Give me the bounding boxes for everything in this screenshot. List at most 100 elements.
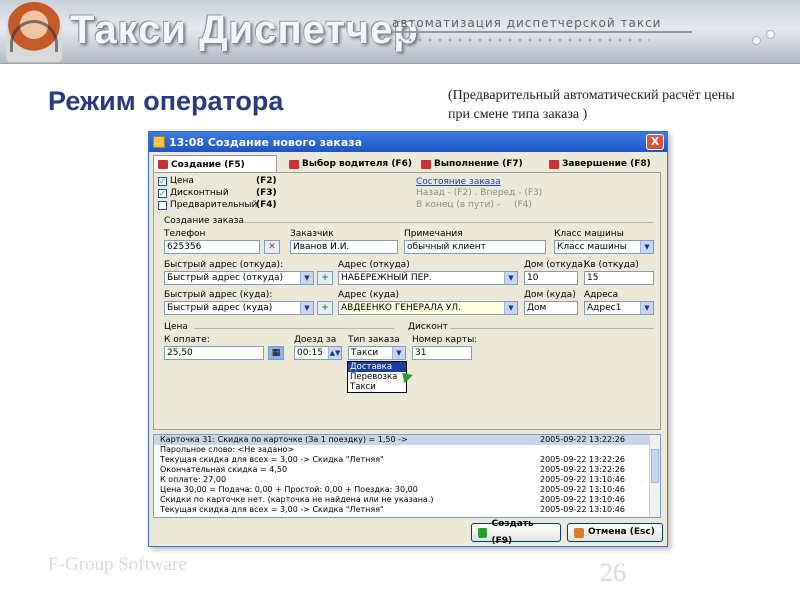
house-to-field[interactable]: Дом [524,301,578,315]
log-row[interactable]: Скидки по карточке нет. (карточка не най… [154,495,660,505]
calculator-icon[interactable]: ▦ [268,346,284,360]
log-message: Окончательная скидка = 4,50 [160,465,288,474]
cancel-button-label: Отмена (Esc) [588,527,655,537]
tab-completion[interactable]: Завершение (F8) [545,155,661,173]
quick-to-select[interactable]: Быстрый адрес (куда) ▼ [164,301,314,315]
close-button[interactable]: X [646,134,664,150]
section-discount-title: Дисконт [408,322,448,332]
tab-execution[interactable]: Выполнение (F7) [417,155,537,173]
decorative-circles [752,30,782,50]
log-row[interactable]: Карточка 31: Скидка по карточке (За 1 по… [154,435,660,445]
log-scrollbar[interactable] [649,435,660,517]
tab-create-label: Создание (F5) [171,159,245,170]
log-row[interactable]: Текущая скидка для всех = 3,00 -> Скидка… [154,455,660,465]
create-tab-icon [158,160,168,169]
log-timestamp: 2005-09-22 13:10:46 [540,495,625,504]
chevron-down-icon[interactable]: ▼ [392,347,405,359]
arrival-field[interactable]: 00:15 ▲▼ [294,346,342,360]
customer-field[interactable]: Иванов И.И. [290,240,398,254]
chevron-down-icon[interactable]: ▼ [300,272,313,284]
quick-from-select[interactable]: Быстрый адрес (откуда) ▼ [164,271,314,285]
car-class-value: Класс машины [557,242,627,252]
log-timestamp: 2005-09-22 13:22:26 [540,435,625,444]
nav-to-end-hotkey: (F4) [514,200,532,210]
log-message: Текущая скидка для всех = 3,00 -> Скидка… [160,455,384,464]
price-option-label: Цена [170,176,194,186]
create-button-label: Создать (F9) [491,518,534,546]
house-from-field[interactable]: 10 [524,271,578,285]
spin-icon[interactable]: ▲▼ [328,347,341,359]
window-title: 13:08 Создание нового заказа [169,135,363,149]
addr-from-label: Адрес (откуда) [338,260,410,270]
order-type-select[interactable]: Такси ▼ [348,346,406,360]
phone-field[interactable]: 625356 [164,240,260,254]
create-icon [478,527,488,538]
nav-to-end[interactable]: В конец (в пути) - [416,200,500,210]
tab-completion-label: Завершение (F8) [562,159,651,169]
discount-hotkey: (F3) [256,188,277,198]
card-number-label: Номер карты: [412,335,478,345]
cancel-button[interactable]: Отмена (Esc) [567,523,663,542]
order-status-link[interactable]: Состояние заказа [416,177,501,187]
log-timestamp: 2005-09-22 13:10:46 [540,485,625,494]
addr-to-value: АВДЕЕНКО ГЕНЕРАЛА УЛ. [341,303,461,313]
tab-create[interactable]: Создание (F5) [153,155,277,173]
add-address-from-button[interactable]: + [317,271,333,285]
log-row[interactable]: Парольное слово: <Не задано> [154,445,660,455]
discount-checkbox[interactable]: ✓ [158,189,167,198]
chevron-down-icon[interactable]: ▼ [300,302,313,314]
discount-option-label: Дисконтный [170,188,229,198]
log-message: Текущая скидка для всех = 3,00 -> Скидка… [160,505,384,514]
notes-label: Примечания [404,229,463,239]
new-order-window: 13:08 Создание нового заказа X Создание … [148,131,668,547]
house-to-label: Дом (куда) [524,290,576,300]
event-log[interactable]: Карточка 31: Скидка по карточке (За 1 по… [153,434,661,518]
app-logo: Такси Диспетчер [70,8,419,52]
chevron-down-icon[interactable]: ▼ [504,272,517,284]
arrival-label: Доезд за [294,335,337,345]
preliminary-checkbox[interactable] [158,201,167,210]
nav-back-forward[interactable]: Назад - (F2) . Вперед - (F3) [416,188,542,198]
price-checkbox[interactable]: ✓ [158,177,167,186]
execution-tab-icon [421,159,431,169]
window-titlebar[interactable]: 13:08 Создание нового заказа X [149,132,667,152]
chevron-down-icon[interactable]: ▼ [504,302,517,314]
notes-field[interactable]: обычный клиент [404,240,546,254]
page-number: 26 [600,558,626,587]
create-button[interactable]: Создать (F9) [471,519,561,546]
car-class-select[interactable]: Класс машины ▼ [554,240,654,254]
apt-from-field[interactable]: 15 [584,271,654,285]
addr-from-select[interactable]: НАБЕРЕЖНЫЙ ПЕР. ▼ [338,271,518,285]
log-message: Парольное слово: <Не задано> [160,445,295,454]
to-pay-field[interactable]: 25,50 [164,346,264,360]
add-address-to-button[interactable]: + [317,301,333,315]
section-order-title: Создание заказа [164,216,244,226]
section-divider [244,222,654,223]
quick-to-label: Быстрый адрес (куда): [164,290,273,300]
customer-label: Заказчик [290,229,334,239]
log-row[interactable]: Текущая скидка для всех = 3,00 -> Скидка… [154,505,660,515]
car-class-label: Класс машины [554,229,624,239]
log-row[interactable]: Цена 30,00 = Подача: 0,00 + Простой: 0,0… [154,485,660,495]
address-select[interactable]: Адрес1 ▼ [584,301,654,315]
log-timestamp: 2005-09-22 13:10:46 [540,505,625,514]
log-row[interactable]: Окончательная скидка = 4,50 2005-09-22 1… [154,465,660,475]
tagline: автоматизация диспетчерской такси [392,16,662,30]
order-type-value: Такси [351,348,379,358]
addr-to-select[interactable]: АВДЕЕНКО ГЕНЕРАЛА УЛ. ▼ [338,301,518,315]
scrollbar-thumb[interactable] [651,449,659,483]
log-row[interactable]: К оплате: 27,00 2005-09-22 13:10:46 [154,475,660,485]
address-select-value: Адрес1 [587,303,622,313]
option-delivery[interactable]: Доставка [348,362,406,372]
apt-from-label: Кв (откуда) [584,260,639,270]
tab-strip: Создание (F5) Выбор водителя (F6) Выполн… [153,155,663,173]
option-taxi[interactable]: Такси [348,382,406,392]
chevron-down-icon[interactable]: ▼ [640,302,653,314]
log-timestamp: 2005-09-22 13:22:26 [540,455,625,464]
card-number-field[interactable]: 31 [412,346,472,360]
clear-phone-button[interactable]: ✕ [264,240,280,254]
chevron-down-icon[interactable]: ▼ [640,241,653,253]
tab-driver[interactable]: Выбор водителя (F6) [285,155,413,173]
to-pay-label: К оплате: [164,335,210,345]
house-from-label: Дом (откуда) [524,260,587,270]
